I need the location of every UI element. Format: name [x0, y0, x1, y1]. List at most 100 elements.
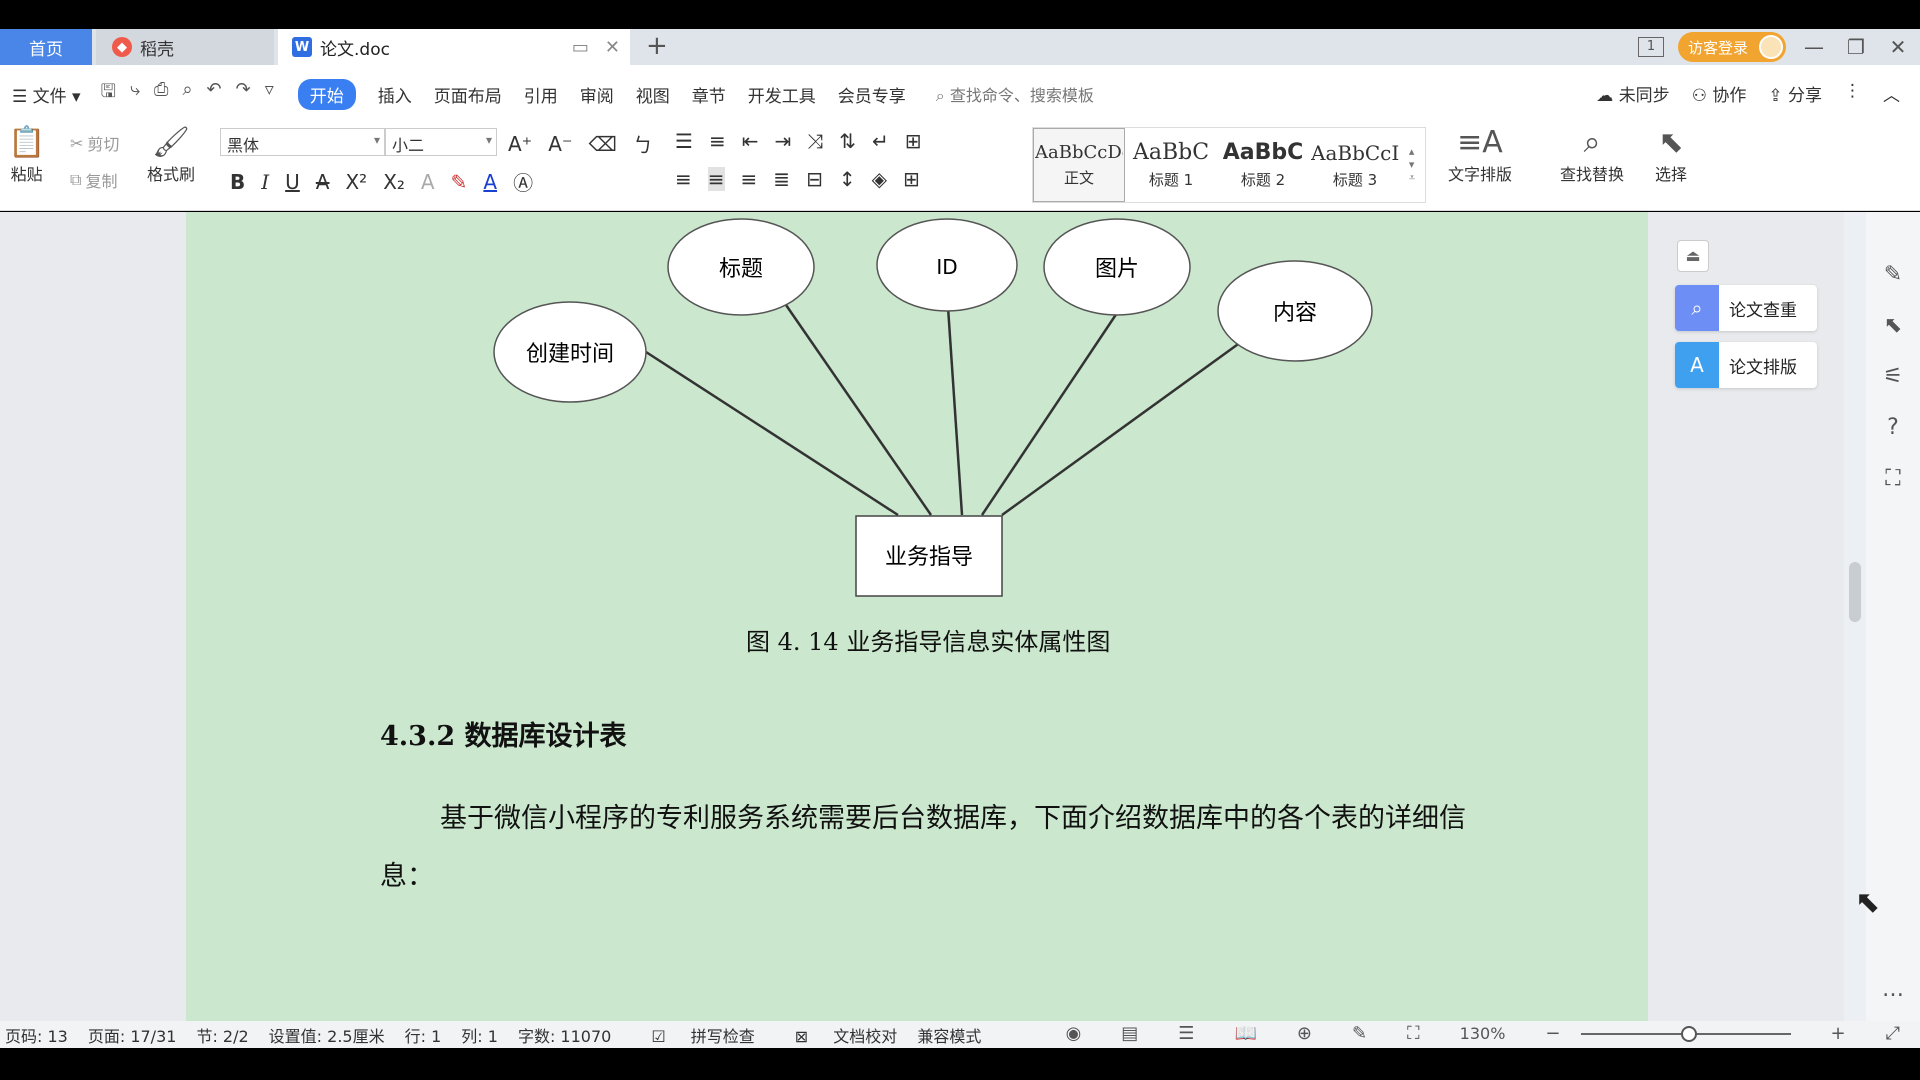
find-replace-button[interactable]: ⌕ 查找替换 [1560, 125, 1624, 185]
more-icon[interactable]: ⋮ [1844, 81, 1861, 106]
menu-references[interactable]: 引用 [524, 82, 558, 107]
table-ruler-icon[interactable]: ⊞ [905, 129, 922, 153]
new-tab-button[interactable]: + [646, 31, 668, 61]
font-color-icon[interactable]: A [483, 170, 497, 194]
paper-check-button[interactable]: ⌕ 论文查重 [1675, 285, 1817, 331]
restore-button[interactable]: ❐ [1842, 35, 1870, 59]
numbered-list-icon[interactable]: ≡ [709, 129, 726, 153]
text-layout-button[interactable]: ≡A 文字排版 [1448, 125, 1512, 185]
zoom-in-icon[interactable]: + [1831, 1023, 1846, 1044]
scrollbar-thumb[interactable] [1849, 562, 1861, 622]
login-button[interactable]: 访客登录 [1677, 32, 1786, 62]
doc-proof-button[interactable]: ⊠ 文档校对 [775, 1023, 898, 1047]
clear-format-icon[interactable]: ⌫ [589, 132, 617, 156]
cursor-icon[interactable]: ⬉ [1884, 313, 1902, 338]
bullet-list-icon[interactable]: ☰ [675, 129, 693, 153]
collapse-panel-button[interactable]: ⏏ [1677, 240, 1709, 272]
text-effect-icon[interactable]: A [421, 170, 435, 194]
zoom-slider[interactable] [1580, 1025, 1791, 1042]
share-button[interactable]: ⇪ 分享 [1768, 81, 1822, 106]
pin-window-icon[interactable]: ▭ [572, 37, 589, 58]
image-icon[interactable]: ⛶ [1885, 466, 1900, 491]
show-marks-icon[interactable]: ↵ [872, 129, 889, 153]
menu-review[interactable]: 审阅 [580, 82, 614, 107]
paper-format-button[interactable]: A 论文排版 [1675, 342, 1817, 388]
zoom-slider-knob[interactable] [1680, 1025, 1697, 1042]
setting-value[interactable]: 设置值: 2.5厘米 [269, 1023, 385, 1047]
row-indicator[interactable]: 行: 1 [405, 1023, 442, 1047]
style-heading-3[interactable]: AaBbCcI 标题 3 [1309, 128, 1401, 202]
file-menu[interactable]: ☰ 文件 ▾ [12, 82, 81, 107]
subscript-icon[interactable]: X₂ [383, 170, 405, 194]
chinese-layout-icon[interactable]: ⤨ [807, 129, 823, 153]
strikethrough-icon[interactable]: A [316, 170, 330, 194]
copy-button[interactable]: ⧉ 复制 [70, 168, 117, 192]
grow-font-icon[interactable]: A⁺ [508, 132, 532, 156]
menu-insert[interactable]: 插入 [378, 82, 412, 107]
customize-icon[interactable]: ▿ [265, 79, 274, 109]
outline-view-icon[interactable]: ☰ [1178, 1023, 1194, 1044]
gallery-scroll[interactable]: ▴ ▾ ⩡ [1401, 128, 1423, 202]
menu-page-layout[interactable]: 页面布局 [434, 82, 502, 107]
redo-icon[interactable]: ↷ [236, 79, 251, 109]
fit-page-icon[interactable]: ⛶ [1407, 1023, 1420, 1044]
print-preview-icon[interactable]: ⌕ [182, 79, 192, 109]
close-window-button[interactable]: ✕ [1884, 35, 1912, 59]
word-count[interactable]: 字数: 11070 [518, 1023, 611, 1047]
shading-icon[interactable]: ◈ [872, 167, 887, 191]
distribute-icon[interactable]: ⊟ [806, 167, 823, 191]
adjust-icon[interactable]: ⚟ [1883, 364, 1903, 389]
menu-member[interactable]: 会员专享 [838, 82, 906, 107]
shrink-font-icon[interactable]: A⁻ [548, 132, 572, 156]
font-name-select[interactable]: 黑体 [220, 128, 385, 156]
align-right-icon[interactable]: ≡ [741, 167, 758, 191]
increase-indent-icon[interactable]: ⇥ [774, 129, 791, 153]
borders-icon[interactable]: ⊞ [903, 167, 920, 191]
zoom-out-icon[interactable]: − [1545, 1023, 1560, 1044]
section-count[interactable]: 节: 2/2 [196, 1023, 248, 1047]
undo-icon[interactable]: ↶ [207, 79, 222, 109]
sort-icon[interactable]: ⇅ [839, 129, 856, 153]
save-icon[interactable]: 🖫 [101, 79, 116, 109]
print-icon[interactable]: ⎙ [154, 79, 168, 109]
page-count[interactable]: 页面: 17/31 [88, 1023, 177, 1047]
pen-icon[interactable]: ✎ [1884, 262, 1902, 287]
col-indicator[interactable]: 列: 1 [461, 1023, 498, 1047]
web-view-icon[interactable]: ⊕ [1297, 1023, 1312, 1044]
decrease-indent-icon[interactable]: ⇤ [742, 129, 759, 153]
tab-document[interactable]: W 论文.doc ▭ ✕ [278, 29, 630, 65]
collab-button[interactable]: ⚇ 协作 [1692, 81, 1747, 106]
write-view-icon[interactable]: ✎ [1352, 1023, 1367, 1044]
justify-icon[interactable]: ≣ [773, 167, 790, 191]
style-heading-2[interactable]: AaBbC 标题 2 [1217, 128, 1309, 202]
style-normal[interactable]: AaBbCcDd 正文 [1033, 128, 1125, 202]
cut-button[interactable]: ✂ 剪切 [70, 131, 119, 155]
align-center-icon[interactable]: ≡ [707, 167, 725, 191]
font-size-select[interactable]: 小二 [385, 128, 497, 156]
export-icon[interactable]: ⤷ [130, 79, 140, 109]
command-search[interactable]: ⌕ 查找命令、搜索模板 [936, 82, 1094, 106]
fullscreen-icon[interactable]: ⤢ [1886, 1023, 1900, 1044]
page-code[interactable]: 页码: 13 [5, 1023, 68, 1047]
superscript-icon[interactable]: X² [345, 170, 367, 194]
read-view-icon[interactable]: 📖 [1234, 1023, 1256, 1044]
menu-chapter[interactable]: 章节 [692, 82, 726, 107]
menu-view[interactable]: 视图 [636, 82, 670, 107]
tab-draft[interactable]: ◆ 稻壳 [96, 29, 274, 65]
underline-icon[interactable]: U [285, 170, 300, 194]
format-painter-button[interactable]: 🖌 格式刷 [147, 125, 195, 185]
char-border-icon[interactable]: Ⓐ [513, 167, 533, 196]
menu-home[interactable]: 开始 [297, 78, 356, 110]
phonetic-icon[interactable]: ㄅ [633, 129, 653, 158]
bold-icon[interactable]: B [230, 170, 245, 194]
spell-check-button[interactable]: ☑ 拼写检查 [631, 1023, 754, 1047]
zoom-level[interactable]: 130% [1460, 1024, 1506, 1043]
menu-developer[interactable]: 开发工具 [748, 82, 816, 107]
more-options-icon[interactable]: … [1882, 977, 1904, 1002]
eye-icon[interactable]: ◉ [1066, 1023, 1082, 1044]
select-button[interactable]: ⬉ 选择 [1655, 125, 1687, 185]
page-view-icon[interactable]: ▤ [1121, 1023, 1138, 1044]
help-icon[interactable]: ? [1887, 415, 1899, 440]
style-heading-1[interactable]: AaBbC 标题 1 [1125, 128, 1217, 202]
collapse-ribbon-icon[interactable]: ︿ [1883, 81, 1900, 106]
